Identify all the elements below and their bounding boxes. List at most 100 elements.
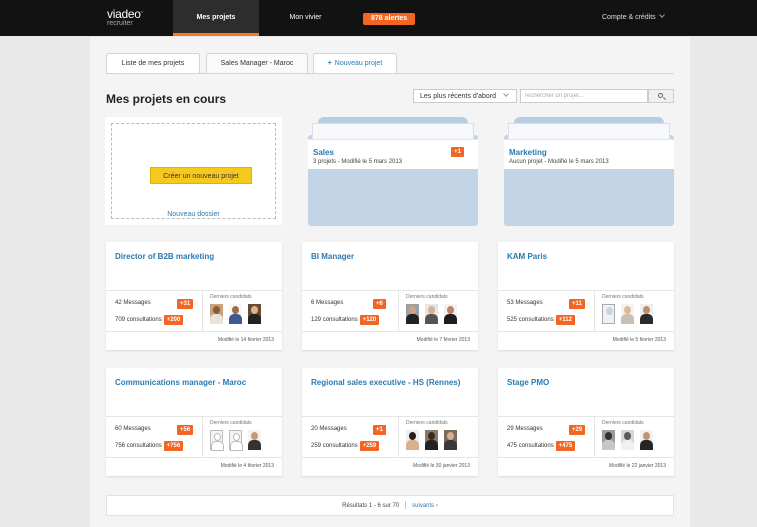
avatar[interactable] [406,430,419,450]
consultations-count: 756 [115,443,126,449]
candidates-label: Derniers candidats [210,420,252,426]
consultations-row: 756 consultations +756 [115,441,184,451]
project-card[interactable]: Director of B2B marketing 42 Messages +31… [106,242,282,350]
create-project-button[interactable]: Créer un nouveau projet [150,167,252,184]
candidates-label: Derniers candidats [406,420,448,426]
page-title: Mes projets en cours [106,92,227,106]
avatar-placeholder[interactable] [602,304,615,324]
avatar[interactable] [425,430,438,450]
chevron-down-icon [658,12,665,18]
avatar[interactable] [425,304,438,324]
avatar[interactable] [444,304,457,324]
nav-mon-vivier[interactable]: Mon vivier [268,0,343,36]
consultations-count: 259 [311,443,322,449]
top-navigation-bar: viadeoˇ recruiter Mes projets Mon vivier… [0,0,757,36]
messages-label: Messages [515,300,543,306]
folder-front: Sales 3 projets - Modifié le 5 mars 2013… [308,139,478,169]
tab-sales-manager-maroc[interactable]: Sales Manager - Maroc [206,53,308,74]
project-stats: 53 Messages +11 525 consultations +112 Der… [498,290,674,332]
consultations-label: consultations [126,443,162,449]
project-counters: 29 Messages +29 475 consultations +475 [498,417,595,458]
messages-row: 20 Messages +1 [311,425,386,435]
account-menu[interactable]: Compte & crédits [602,0,665,36]
messages-label: Messages [123,426,151,432]
results-count: Résultats 1 - 6 sur 70 [342,503,400,509]
folder-meta: 3 projets - Modifié le 5 mars 2013 [313,159,403,165]
candidates-label: Derniers candidats [210,294,252,300]
folder-new-badge: +1 [451,147,464,157]
avatar[interactable] [621,304,634,324]
avatar[interactable] [248,430,261,450]
consultations-badge: +200 [163,315,184,325]
project-card[interactable]: KAM Paris 53 Messages +11 525 consultatio… [498,242,674,350]
consultations-badge: +120 [359,315,380,325]
modified-date: Modifié le 4 février 2013 [220,463,274,469]
avatar[interactable] [640,430,653,450]
consultations-badge: +259 [359,441,380,451]
tab-divider [106,73,674,74]
project-counters: 60 Messages +56 756 consultations +756 [106,417,203,458]
project-title[interactable]: BI Manager [311,252,471,262]
project-counters: 42 Messages +31 709 consultations +200 [106,291,203,332]
messages-row: 60 Messages +56 [115,425,194,435]
project-card[interactable]: Regional sales executive - HS (Rennes) 2… [302,368,478,476]
consultations-count: 475 [507,443,518,449]
messages-count: 6 [311,300,315,306]
logo-subtitle: recruiter [107,20,133,27]
project-card[interactable]: Stage PMO 29 Messages +29 475 consultatio… [498,368,674,476]
project-title[interactable]: Director of B2B marketing [115,252,275,262]
project-title[interactable]: Regional sales executive - HS (Rennes) [311,378,471,388]
project-card[interactable]: Communications manager - Maroc 60 Messag… [106,368,282,476]
messages-badge: +56 [177,425,194,435]
search-button[interactable] [648,89,674,103]
folder-title[interactable]: Marketing [509,148,547,157]
avatar[interactable] [248,304,261,324]
folder-title[interactable]: Sales [313,148,334,157]
avatar[interactable] [406,304,419,324]
project-counters: 53 Messages +11 525 consultations +112 [498,291,595,332]
search-input[interactable] [520,89,648,103]
new-folder-link[interactable]: Nouveau dossier [112,211,275,218]
messages-count: 20 [311,426,318,432]
project-title[interactable]: KAM Paris [507,252,667,262]
consultations-row: 475 consultations +475 [507,441,576,451]
folder-front: Marketing Aucun projet - Modifié le 5 ma… [504,139,674,169]
consultations-label: consultations [322,443,358,449]
project-stats: 20 Messages +1 259 consultations +259 Dern… [302,416,478,458]
messages-badge: +11 [569,299,585,309]
tab-nouveau-projet-label: Nouveau projet [334,60,383,67]
next-page-link[interactable]: suivants › [412,503,438,509]
viadeo-logo[interactable]: viadeoˇ recruiter [107,8,144,28]
avatar-placeholder[interactable] [229,430,243,451]
modified-date: Modifié le 7 février 2013 [416,337,470,343]
avatar[interactable] [640,304,653,324]
folder-sales[interactable]: Sales 3 projets - Modifié le 5 mars 2013… [308,117,478,226]
candidates-label: Derniers candidats [602,294,644,300]
avatar[interactable] [621,430,634,450]
avatar[interactable] [444,430,457,450]
folder-meta: Aucun projet - Modifié le 5 mars 2013 [509,159,609,165]
project-title[interactable]: Stage PMO [507,378,667,388]
messages-badge: +31 [177,299,194,309]
project-title[interactable]: Communications manager - Maroc [115,378,275,388]
candidates-label: Derniers candidats [406,294,448,300]
alerts-badge[interactable]: 878 alertes [363,13,416,25]
sort-dropdown[interactable]: Les plus récents d'abord [413,89,517,103]
consultations-badge: +112 [555,315,575,325]
messages-count: 60 [115,426,122,432]
project-card[interactable]: BI Manager 6 Messages +6 129 consultation… [302,242,478,350]
avatar[interactable] [210,304,223,324]
avatar-placeholder[interactable] [210,430,224,451]
modified-date: Modifié le 22 janvier 2013 [609,463,666,469]
nav-mes-projets[interactable]: Mes projets [173,0,259,36]
consultations-label: consultations [518,317,554,323]
tab-nouveau-projet[interactable]: + Nouveau projet [313,53,397,74]
logo-swoosh-icon: ˇ [140,10,144,20]
consultations-label: consultations [126,317,162,323]
avatar[interactable] [602,430,615,450]
folder-marketing[interactable]: Marketing Aucun projet - Modifié le 5 ma… [504,117,674,226]
new-project-box: Créer un nouveau projet Nouveau dossier [105,117,282,225]
tab-liste-projets[interactable]: Liste de mes projets [106,53,200,74]
project-counters: 6 Messages +6 129 consultations +120 [302,291,399,332]
avatar[interactable] [229,304,242,324]
